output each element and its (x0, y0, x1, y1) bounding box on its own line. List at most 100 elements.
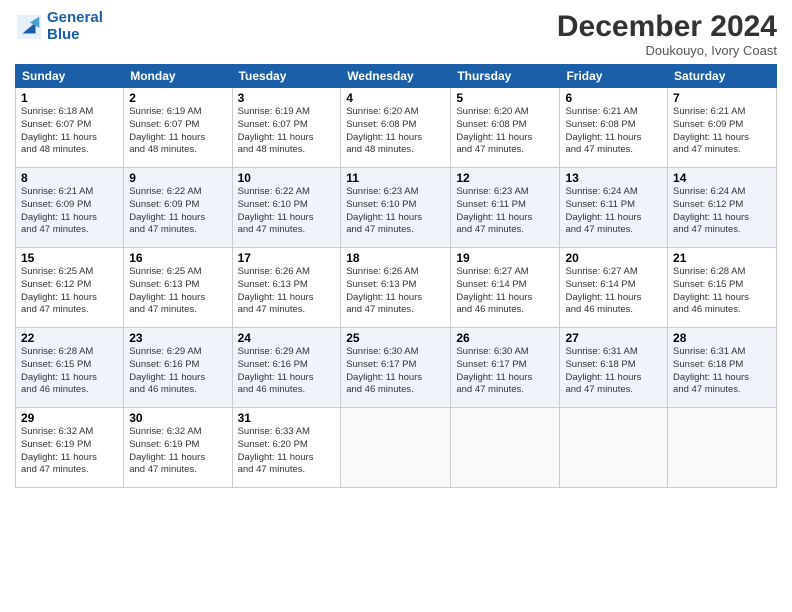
logo-icon (15, 13, 43, 41)
calendar-cell: 25Sunrise: 6:30 AM Sunset: 6:17 PM Dayli… (341, 328, 451, 408)
calendar-cell: 12Sunrise: 6:23 AM Sunset: 6:11 PM Dayli… (451, 168, 560, 248)
header: General Blue December 2024 Doukouyo, Ivo… (15, 10, 777, 58)
weekday-header-sunday: Sunday (16, 65, 124, 88)
calendar-cell: 11Sunrise: 6:23 AM Sunset: 6:10 PM Dayli… (341, 168, 451, 248)
calendar-cell: 27Sunrise: 6:31 AM Sunset: 6:18 PM Dayli… (560, 328, 668, 408)
day-number: 23 (129, 331, 226, 345)
weekday-header-friday: Friday (560, 65, 668, 88)
calendar-cell: 15Sunrise: 6:25 AM Sunset: 6:12 PM Dayli… (16, 248, 124, 328)
calendar-cell: 4Sunrise: 6:20 AM Sunset: 6:08 PM Daylig… (341, 88, 451, 168)
weekday-header-saturday: Saturday (668, 65, 777, 88)
day-number: 22 (21, 331, 118, 345)
day-info: Sunrise: 6:27 AM Sunset: 6:14 PM Dayligh… (456, 266, 554, 317)
day-number: 26 (456, 331, 554, 345)
calendar-cell: 2Sunrise: 6:19 AM Sunset: 6:07 PM Daylig… (124, 88, 232, 168)
weekday-header-monday: Monday (124, 65, 232, 88)
day-number: 18 (346, 251, 445, 265)
day-number: 8 (21, 171, 118, 185)
day-info: Sunrise: 6:21 AM Sunset: 6:09 PM Dayligh… (21, 186, 118, 237)
day-info: Sunrise: 6:22 AM Sunset: 6:09 PM Dayligh… (129, 186, 226, 237)
day-number: 11 (346, 171, 445, 185)
calendar-cell: 19Sunrise: 6:27 AM Sunset: 6:14 PM Dayli… (451, 248, 560, 328)
calendar-cell: 29Sunrise: 6:32 AM Sunset: 6:19 PM Dayli… (16, 408, 124, 488)
calendar-cell: 28Sunrise: 6:31 AM Sunset: 6:18 PM Dayli… (668, 328, 777, 408)
day-number: 28 (673, 331, 771, 345)
calendar-cell: 23Sunrise: 6:29 AM Sunset: 6:16 PM Dayli… (124, 328, 232, 408)
day-number: 30 (129, 411, 226, 425)
day-number: 31 (238, 411, 336, 425)
page: General Blue December 2024 Doukouyo, Ivo… (0, 0, 792, 612)
calendar-cell: 8Sunrise: 6:21 AM Sunset: 6:09 PM Daylig… (16, 168, 124, 248)
day-number: 2 (129, 91, 226, 105)
day-info: Sunrise: 6:21 AM Sunset: 6:09 PM Dayligh… (673, 106, 771, 157)
day-info: Sunrise: 6:26 AM Sunset: 6:13 PM Dayligh… (238, 266, 336, 317)
calendar-cell: 22Sunrise: 6:28 AM Sunset: 6:15 PM Dayli… (16, 328, 124, 408)
calendar-cell: 10Sunrise: 6:22 AM Sunset: 6:10 PM Dayli… (232, 168, 341, 248)
day-info: Sunrise: 6:19 AM Sunset: 6:07 PM Dayligh… (129, 106, 226, 157)
day-info: Sunrise: 6:21 AM Sunset: 6:08 PM Dayligh… (565, 106, 662, 157)
calendar-cell: 30Sunrise: 6:32 AM Sunset: 6:19 PM Dayli… (124, 408, 232, 488)
day-info: Sunrise: 6:20 AM Sunset: 6:08 PM Dayligh… (456, 106, 554, 157)
weekday-header-row: SundayMondayTuesdayWednesdayThursdayFrid… (16, 65, 777, 88)
day-number: 12 (456, 171, 554, 185)
calendar-table: SundayMondayTuesdayWednesdayThursdayFrid… (15, 64, 777, 488)
weekday-header-tuesday: Tuesday (232, 65, 341, 88)
calendar-cell: 9Sunrise: 6:22 AM Sunset: 6:09 PM Daylig… (124, 168, 232, 248)
calendar-cell (341, 408, 451, 488)
weekday-header-wednesday: Wednesday (341, 65, 451, 88)
day-info: Sunrise: 6:31 AM Sunset: 6:18 PM Dayligh… (565, 346, 662, 397)
calendar-cell: 24Sunrise: 6:29 AM Sunset: 6:16 PM Dayli… (232, 328, 341, 408)
day-info: Sunrise: 6:31 AM Sunset: 6:18 PM Dayligh… (673, 346, 771, 397)
calendar-cell: 1Sunrise: 6:18 AM Sunset: 6:07 PM Daylig… (16, 88, 124, 168)
day-number: 13 (565, 171, 662, 185)
calendar-cell: 6Sunrise: 6:21 AM Sunset: 6:08 PM Daylig… (560, 88, 668, 168)
title-block: December 2024 Doukouyo, Ivory Coast (557, 10, 777, 58)
day-info: Sunrise: 6:18 AM Sunset: 6:07 PM Dayligh… (21, 106, 118, 157)
day-number: 20 (565, 251, 662, 265)
calendar-cell: 7Sunrise: 6:21 AM Sunset: 6:09 PM Daylig… (668, 88, 777, 168)
day-number: 16 (129, 251, 226, 265)
week-row-3: 15Sunrise: 6:25 AM Sunset: 6:12 PM Dayli… (16, 248, 777, 328)
day-number: 15 (21, 251, 118, 265)
day-info: Sunrise: 6:32 AM Sunset: 6:19 PM Dayligh… (21, 426, 118, 477)
calendar-cell: 18Sunrise: 6:26 AM Sunset: 6:13 PM Dayli… (341, 248, 451, 328)
day-info: Sunrise: 6:23 AM Sunset: 6:11 PM Dayligh… (456, 186, 554, 237)
day-number: 4 (346, 91, 445, 105)
calendar-cell: 31Sunrise: 6:33 AM Sunset: 6:20 PM Dayli… (232, 408, 341, 488)
day-number: 27 (565, 331, 662, 345)
logo-text: General Blue (47, 10, 103, 43)
day-info: Sunrise: 6:24 AM Sunset: 6:11 PM Dayligh… (565, 186, 662, 237)
day-number: 29 (21, 411, 118, 425)
day-number: 9 (129, 171, 226, 185)
calendar-cell: 3Sunrise: 6:19 AM Sunset: 6:07 PM Daylig… (232, 88, 341, 168)
day-info: Sunrise: 6:19 AM Sunset: 6:07 PM Dayligh… (238, 106, 336, 157)
day-info: Sunrise: 6:22 AM Sunset: 6:10 PM Dayligh… (238, 186, 336, 237)
logo: General Blue (15, 10, 103, 43)
day-info: Sunrise: 6:27 AM Sunset: 6:14 PM Dayligh… (565, 266, 662, 317)
week-row-1: 1Sunrise: 6:18 AM Sunset: 6:07 PM Daylig… (16, 88, 777, 168)
day-number: 10 (238, 171, 336, 185)
day-number: 25 (346, 331, 445, 345)
month-title: December 2024 (557, 10, 777, 43)
day-number: 21 (673, 251, 771, 265)
day-number: 3 (238, 91, 336, 105)
day-info: Sunrise: 6:32 AM Sunset: 6:19 PM Dayligh… (129, 426, 226, 477)
week-row-5: 29Sunrise: 6:32 AM Sunset: 6:19 PM Dayli… (16, 408, 777, 488)
week-row-4: 22Sunrise: 6:28 AM Sunset: 6:15 PM Dayli… (16, 328, 777, 408)
calendar-cell: 21Sunrise: 6:28 AM Sunset: 6:15 PM Dayli… (668, 248, 777, 328)
calendar-cell: 5Sunrise: 6:20 AM Sunset: 6:08 PM Daylig… (451, 88, 560, 168)
calendar-cell: 20Sunrise: 6:27 AM Sunset: 6:14 PM Dayli… (560, 248, 668, 328)
calendar-cell (668, 408, 777, 488)
day-number: 7 (673, 91, 771, 105)
calendar-cell: 14Sunrise: 6:24 AM Sunset: 6:12 PM Dayli… (668, 168, 777, 248)
weekday-header-thursday: Thursday (451, 65, 560, 88)
day-info: Sunrise: 6:33 AM Sunset: 6:20 PM Dayligh… (238, 426, 336, 477)
calendar-cell: 16Sunrise: 6:25 AM Sunset: 6:13 PM Dayli… (124, 248, 232, 328)
calendar-cell: 13Sunrise: 6:24 AM Sunset: 6:11 PM Dayli… (560, 168, 668, 248)
day-info: Sunrise: 6:25 AM Sunset: 6:12 PM Dayligh… (21, 266, 118, 317)
calendar-cell (451, 408, 560, 488)
day-info: Sunrise: 6:29 AM Sunset: 6:16 PM Dayligh… (238, 346, 336, 397)
day-number: 19 (456, 251, 554, 265)
day-info: Sunrise: 6:20 AM Sunset: 6:08 PM Dayligh… (346, 106, 445, 157)
week-row-2: 8Sunrise: 6:21 AM Sunset: 6:09 PM Daylig… (16, 168, 777, 248)
